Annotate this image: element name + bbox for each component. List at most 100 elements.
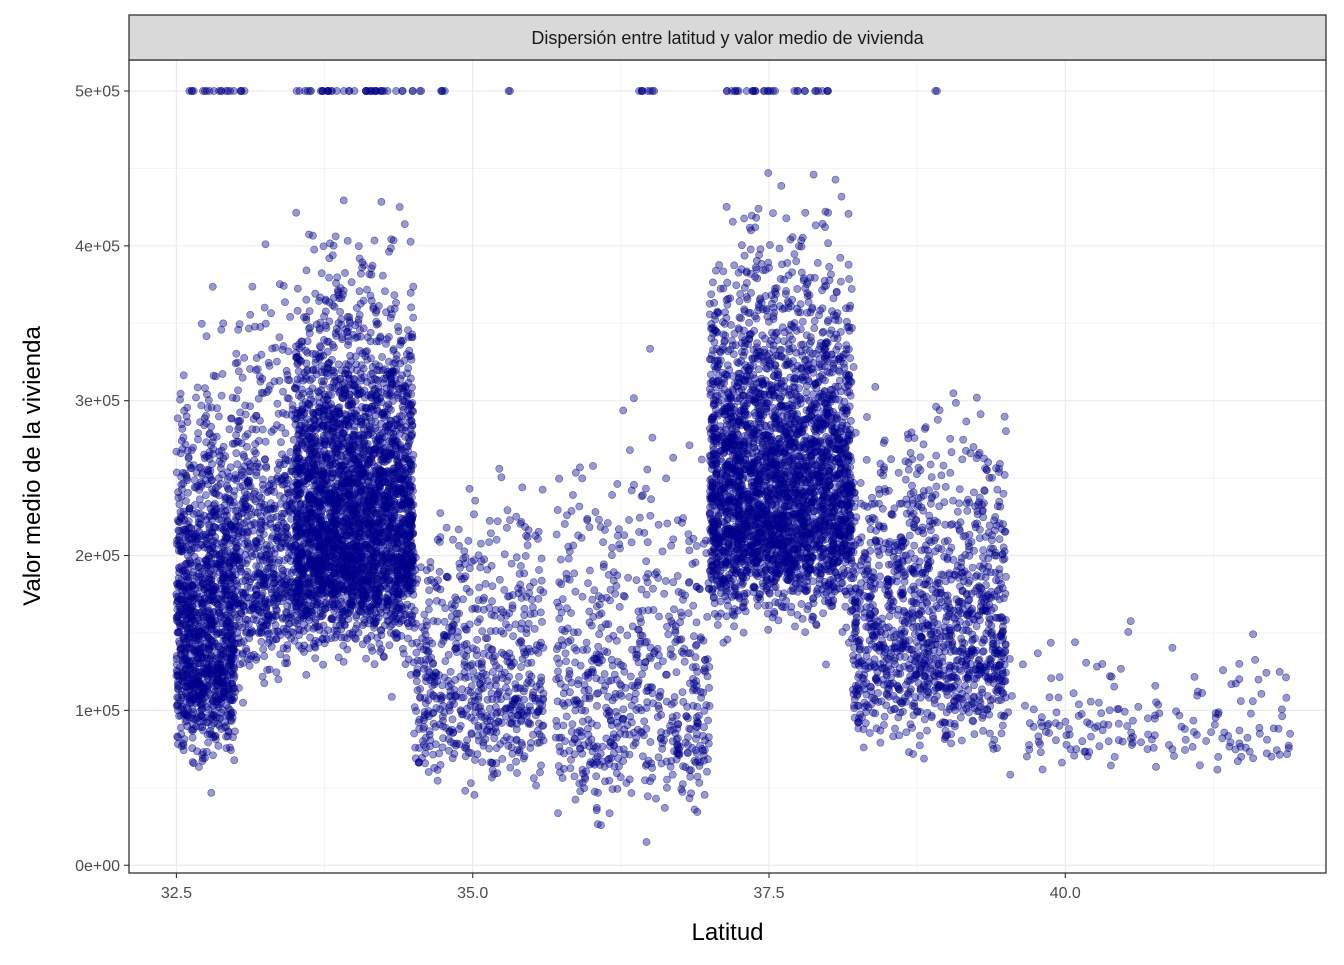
data-point bbox=[224, 688, 231, 695]
data-point bbox=[210, 489, 217, 496]
data-point bbox=[293, 416, 300, 423]
data-point bbox=[198, 502, 205, 509]
data-point bbox=[385, 333, 392, 340]
data-point bbox=[332, 233, 339, 240]
data-point bbox=[409, 430, 416, 437]
data-point bbox=[320, 336, 327, 343]
data-point bbox=[252, 450, 259, 457]
data-point bbox=[405, 466, 412, 473]
data-point bbox=[271, 378, 278, 385]
data-point bbox=[306, 555, 313, 562]
data-point bbox=[377, 333, 384, 340]
data-point bbox=[209, 716, 216, 723]
data-point bbox=[384, 525, 391, 532]
data-point bbox=[224, 534, 231, 541]
data-point bbox=[179, 543, 186, 550]
data-point bbox=[215, 413, 222, 420]
data-point bbox=[188, 447, 195, 454]
data-point bbox=[184, 593, 191, 600]
data-point bbox=[331, 303, 338, 310]
data-point bbox=[176, 501, 183, 508]
data-point bbox=[397, 611, 404, 618]
data-point bbox=[303, 267, 310, 274]
data-point bbox=[408, 417, 415, 424]
data-point bbox=[407, 238, 414, 245]
data-point bbox=[264, 613, 271, 620]
data-point bbox=[267, 505, 274, 512]
data-point bbox=[284, 376, 291, 383]
data-point bbox=[294, 361, 301, 368]
data-point bbox=[263, 389, 270, 396]
data-point bbox=[196, 528, 203, 535]
data-point bbox=[244, 568, 251, 575]
data-point bbox=[189, 734, 196, 741]
data-point bbox=[255, 630, 262, 637]
data-point bbox=[374, 320, 381, 327]
data-point bbox=[234, 475, 241, 482]
data-point bbox=[401, 357, 408, 364]
data-point bbox=[242, 525, 249, 532]
data-point bbox=[323, 428, 330, 435]
data-point bbox=[192, 586, 199, 593]
data-point bbox=[320, 243, 327, 250]
data-point bbox=[396, 203, 403, 210]
data-point bbox=[226, 426, 233, 433]
data-point bbox=[199, 758, 206, 765]
data-point bbox=[274, 400, 281, 407]
data-point bbox=[197, 573, 204, 580]
data-point bbox=[234, 359, 241, 366]
data-point bbox=[325, 361, 332, 368]
data-point bbox=[246, 662, 253, 669]
chart: Dispersión entre latitud y valor medio d… bbox=[0, 0, 1344, 960]
data-point bbox=[265, 639, 272, 646]
data-point bbox=[410, 314, 417, 321]
data-point bbox=[233, 545, 240, 552]
data-point bbox=[180, 372, 187, 379]
data-point bbox=[243, 648, 250, 655]
data-point bbox=[325, 627, 332, 634]
data-point bbox=[404, 327, 411, 334]
data-point bbox=[202, 492, 209, 499]
data-point bbox=[236, 321, 243, 328]
data-point bbox=[374, 398, 381, 405]
data-point bbox=[287, 313, 294, 320]
data-point bbox=[278, 514, 285, 521]
data-point bbox=[261, 680, 268, 687]
data-point bbox=[190, 663, 197, 670]
data-point bbox=[336, 572, 343, 579]
data-point bbox=[208, 404, 215, 411]
data-point bbox=[276, 594, 283, 601]
data-point bbox=[179, 469, 186, 476]
data-point bbox=[331, 470, 338, 477]
data-point bbox=[235, 623, 242, 630]
data-point bbox=[218, 709, 225, 716]
data-point bbox=[222, 453, 229, 460]
data-point bbox=[294, 285, 301, 292]
data-point bbox=[356, 311, 363, 318]
data-point bbox=[279, 388, 286, 395]
data-point bbox=[209, 752, 216, 759]
data-point bbox=[179, 425, 186, 432]
data-point bbox=[377, 648, 384, 655]
data-point bbox=[208, 700, 215, 707]
data-point bbox=[215, 742, 222, 749]
data-point bbox=[188, 605, 195, 612]
data-point bbox=[224, 507, 231, 514]
data-point bbox=[408, 522, 415, 529]
data-point bbox=[376, 527, 383, 534]
data-point bbox=[261, 456, 268, 463]
data-point bbox=[225, 705, 232, 712]
data-point bbox=[200, 614, 207, 621]
data-point bbox=[204, 607, 211, 614]
data-point bbox=[183, 645, 190, 652]
data-point bbox=[262, 518, 269, 525]
data-point bbox=[276, 281, 283, 288]
data-point bbox=[273, 606, 280, 613]
data-point bbox=[319, 461, 326, 468]
data-point bbox=[392, 629, 399, 636]
data-point bbox=[298, 610, 305, 617]
data-point bbox=[359, 622, 366, 629]
data-point bbox=[218, 392, 225, 399]
data-point bbox=[399, 645, 406, 652]
data-point bbox=[267, 310, 274, 317]
